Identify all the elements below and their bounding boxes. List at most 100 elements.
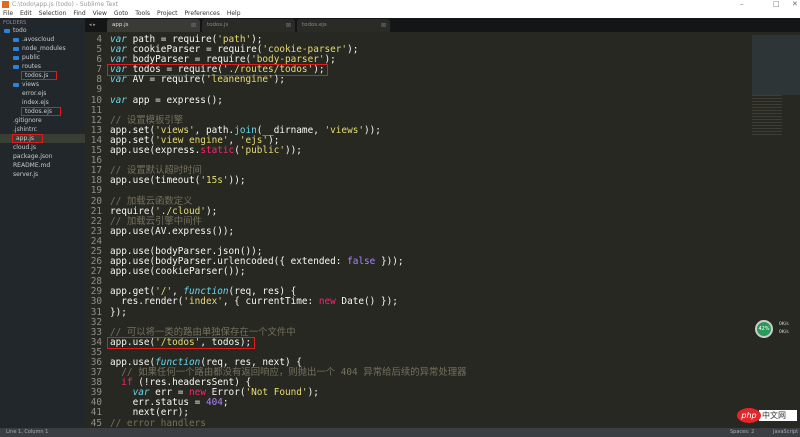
code-token: )); bbox=[228, 175, 246, 187]
php-watermark: 中文网 php bbox=[737, 408, 797, 424]
tab-label: todos.ejs bbox=[302, 22, 327, 28]
sidebar: FOLDERS todo .avoscloud node_modules public… bbox=[0, 18, 85, 428]
folders-header: FOLDERS bbox=[3, 20, 27, 26]
code-token: ); bbox=[347, 44, 359, 56]
line-number: 19 bbox=[90, 185, 102, 197]
code-line: 8 var AV = require('leanengine'); bbox=[85, 75, 800, 85]
code-token: 404 bbox=[205, 397, 223, 409]
close-button[interactable]: ✕ bbox=[792, 0, 798, 9]
title-bar: C:\todo\app.js (todo) - Sublime Text – □… bbox=[0, 0, 800, 9]
cpu-gauge: 42% bbox=[755, 320, 773, 338]
tab-bar: ◂ ▸ app.js ⊠ todos.js ⊠ todos.ejs ⊠ bbox=[85, 18, 800, 32]
code-token: 'views' bbox=[324, 124, 365, 136]
code-token: '15s' bbox=[200, 175, 229, 187]
code-line: 10 var app = express(); bbox=[85, 94, 800, 106]
code-line: 11 bbox=[85, 105, 800, 116]
tab-app-js[interactable]: app.js ⊠ bbox=[107, 19, 200, 32]
code-token: , { currentTime: bbox=[222, 296, 319, 308]
menu-goto[interactable]: Goto bbox=[114, 9, 128, 18]
indentation-setting[interactable]: Spaces: 2 bbox=[730, 428, 754, 437]
code-token: var bbox=[110, 94, 127, 106]
code-token: app.use(AV.express()); bbox=[110, 225, 235, 237]
sidebar-item-public[interactable]: public bbox=[0, 53, 85, 62]
sidebar-item-index-ejs[interactable]: index.ejs bbox=[0, 98, 85, 107]
sidebar-item-label: README.md bbox=[13, 162, 51, 169]
code-line: 34 app.use('/todos', todos); bbox=[85, 336, 800, 349]
folder-icon bbox=[13, 82, 19, 87]
code-token: new bbox=[318, 296, 336, 308]
minimize-button[interactable]: – bbox=[740, 0, 744, 9]
menu-file[interactable]: File bbox=[3, 9, 13, 18]
code-token: static bbox=[200, 145, 235, 157]
sidebar-item-todos-ejs[interactable]: todos.ejs bbox=[0, 107, 85, 116]
sidebar-item-todos-js[interactable]: todos.js bbox=[0, 71, 85, 80]
sidebar-item--avoscloud[interactable]: .avoscloud bbox=[0, 35, 85, 44]
menu-project[interactable]: Project bbox=[157, 9, 178, 18]
code-token: )); bbox=[285, 145, 302, 157]
sidebar-item-cloud-js[interactable]: cloud.js bbox=[0, 143, 85, 152]
sidebar-item-error-ejs[interactable]: error.ejs bbox=[0, 89, 85, 98]
network-speed-widget: 42% 0K/s 0K/s bbox=[755, 320, 800, 340]
sidebar-item-label: app.js bbox=[12, 134, 43, 143]
folder-icon bbox=[13, 37, 19, 42]
sidebar-item--jshintrc[interactable]: .jshintrc bbox=[0, 125, 85, 134]
code-line: 40 err.status = 404; bbox=[85, 398, 800, 408]
code-line: 18 app.use(timeout('15s')); bbox=[85, 176, 800, 186]
tab-todos-js[interactable]: todos.js ⊠ bbox=[202, 19, 295, 32]
tab-close-icon[interactable]: ⊠ bbox=[191, 19, 196, 32]
code-token: 'leanengine' bbox=[205, 74, 274, 86]
code-token: 'Not Found' bbox=[245, 387, 308, 399]
menu-help[interactable]: Help bbox=[227, 9, 241, 18]
sidebar-item-routes[interactable]: routes bbox=[0, 62, 85, 71]
tab-close-icon[interactable]: ⊠ bbox=[286, 19, 291, 32]
watermark-text: 中文网 bbox=[759, 410, 797, 421]
menu-preferences[interactable]: Preferences bbox=[185, 9, 220, 18]
sidebar-item--gitignore[interactable]: .gitignore bbox=[0, 116, 85, 125]
sidebar-item-label: todo bbox=[13, 27, 27, 34]
menu-tools[interactable]: Tools bbox=[135, 9, 150, 18]
sidebar-item-label: routes bbox=[22, 63, 41, 70]
code-editor[interactable]: 4 var path = require('path'); 5 var cookieP… bbox=[85, 32, 800, 428]
sidebar-item-label: public bbox=[22, 54, 41, 61]
sidebar-item-views[interactable]: views bbox=[0, 80, 85, 89]
code-token: app.use(timeout( bbox=[110, 175, 201, 187]
code-token: ); bbox=[205, 205, 218, 217]
maximize-button[interactable]: □ bbox=[773, 0, 780, 9]
tab-close-icon[interactable]: ⊠ bbox=[381, 19, 386, 32]
upload-speed: 0K/s bbox=[779, 322, 789, 327]
sidebar-item-README-md[interactable]: README.md bbox=[0, 161, 85, 170]
minimap[interactable] bbox=[752, 35, 800, 95]
sidebar-item-label: views bbox=[22, 81, 39, 88]
tab-todos-ejs[interactable]: todos.ejs ⊠ bbox=[297, 19, 390, 32]
sublime-app-icon bbox=[2, 1, 9, 8]
code-token: app.use(express. bbox=[110, 145, 201, 157]
code-token: 'public' bbox=[239, 145, 285, 157]
tab-nav-arrows[interactable]: ◂ ▸ bbox=[89, 18, 96, 32]
menu-edit[interactable]: Edit bbox=[20, 9, 32, 18]
sidebar-item-label: todos.ejs bbox=[20, 107, 62, 116]
download-speed: 0K/s bbox=[779, 330, 789, 335]
sidebar-item-label: cloud.js bbox=[13, 144, 36, 151]
sidebar-item-server-js[interactable]: server.js bbox=[0, 170, 85, 179]
sidebar-item-label: .avoscloud bbox=[22, 36, 55, 43]
minimap-code[interactable] bbox=[752, 95, 782, 135]
menu-view[interactable]: View bbox=[93, 9, 107, 18]
code-token: app = express(); bbox=[126, 94, 223, 106]
code-line: 30 res.render('index', { currentTime: ne… bbox=[85, 297, 800, 307]
code-token: 'index' bbox=[183, 296, 223, 308]
code-line: 27 app.use(cookieParser()); bbox=[85, 267, 800, 277]
code-token: ); bbox=[273, 74, 285, 86]
folder-icon bbox=[13, 46, 19, 51]
menu-selection[interactable]: Selection bbox=[39, 9, 67, 18]
tab-label: todos.js bbox=[207, 22, 229, 28]
sidebar-item-package-json[interactable]: package.json bbox=[0, 152, 85, 161]
folder-icon bbox=[13, 55, 19, 60]
sidebar-item-todo[interactable]: todo bbox=[0, 26, 85, 35]
code-token: ); bbox=[307, 387, 319, 399]
sidebar-item-label: index.ejs bbox=[22, 99, 49, 106]
syntax-mode[interactable]: JavaScript bbox=[773, 428, 798, 437]
sidebar-item-node-modules[interactable]: node_modules bbox=[0, 44, 85, 53]
sidebar-item-label: todos.js bbox=[20, 71, 58, 80]
menu-find[interactable]: Find bbox=[73, 9, 85, 18]
sidebar-item-app-js[interactable]: app.js bbox=[0, 134, 85, 143]
